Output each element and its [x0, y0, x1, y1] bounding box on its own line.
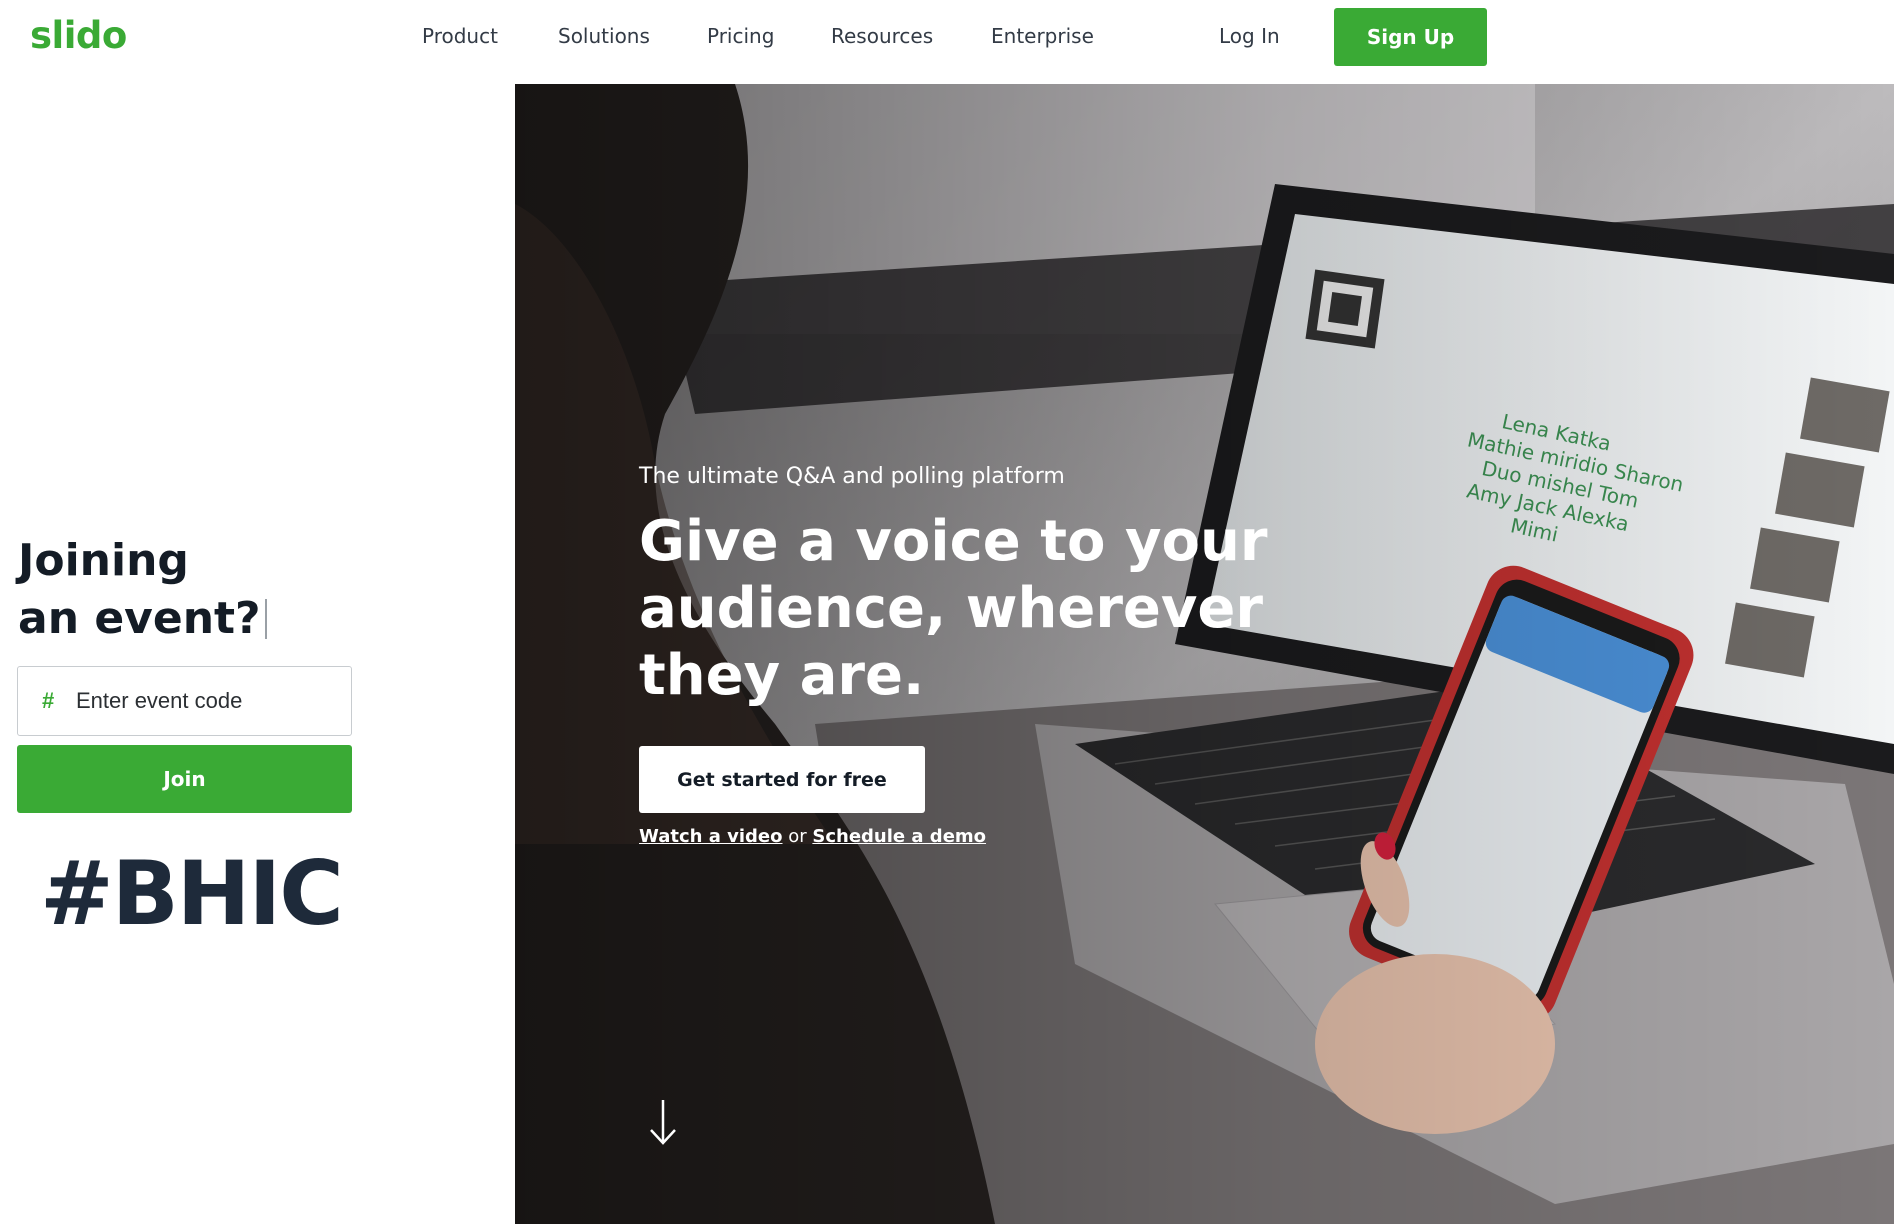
hero-secondary-links: Watch a video or Schedule a demo: [639, 826, 986, 847]
watch-video-link[interactable]: Watch a video: [639, 826, 783, 847]
hash-icon: #: [42, 688, 55, 713]
arrow-down-icon[interactable]: [648, 1098, 678, 1146]
login-link[interactable]: Log In: [1219, 24, 1280, 48]
event-code-field[interactable]: #: [17, 666, 352, 736]
nav-pricing[interactable]: Pricing: [707, 24, 774, 48]
text-caret: [264, 599, 267, 639]
nav-enterprise[interactable]: Enterprise: [991, 24, 1094, 48]
join-button[interactable]: Join: [17, 745, 352, 813]
hero-headline-line-1: Give a voice to your: [639, 509, 1268, 574]
link-separator: or: [788, 826, 807, 847]
hero-headline-line-3: they are.: [639, 643, 925, 708]
join-event-heading: Joining an event?: [18, 532, 267, 648]
event-code-input[interactable]: [74, 687, 344, 715]
hero-tagline: The ultimate Q&A and polling platform: [639, 464, 1065, 489]
hero-section: Lena Katka Mathie miridio Sharon Duo mis…: [515, 84, 1894, 1224]
join-heading-text: an event?: [18, 593, 261, 644]
slido-logo[interactable]: slido: [30, 14, 127, 57]
schedule-demo-link[interactable]: Schedule a demo: [812, 826, 986, 847]
nav-solutions[interactable]: Solutions: [558, 24, 650, 48]
join-heading-line-1: Joining: [18, 535, 189, 586]
top-navigation: slido Product Solutions Pricing Resource…: [0, 0, 1894, 84]
event-hashtag: #BHIC: [40, 842, 344, 945]
signup-button[interactable]: Sign Up: [1334, 8, 1487, 66]
hero-headline-line-2: audience, wherever: [639, 576, 1264, 641]
nav-product[interactable]: Product: [422, 24, 498, 48]
nav-resources[interactable]: Resources: [831, 24, 933, 48]
join-heading-line-2: an event?: [18, 590, 267, 648]
get-started-button[interactable]: Get started for free: [639, 746, 925, 813]
hero-headline: Give a voice to your audience, wherever …: [639, 508, 1339, 709]
